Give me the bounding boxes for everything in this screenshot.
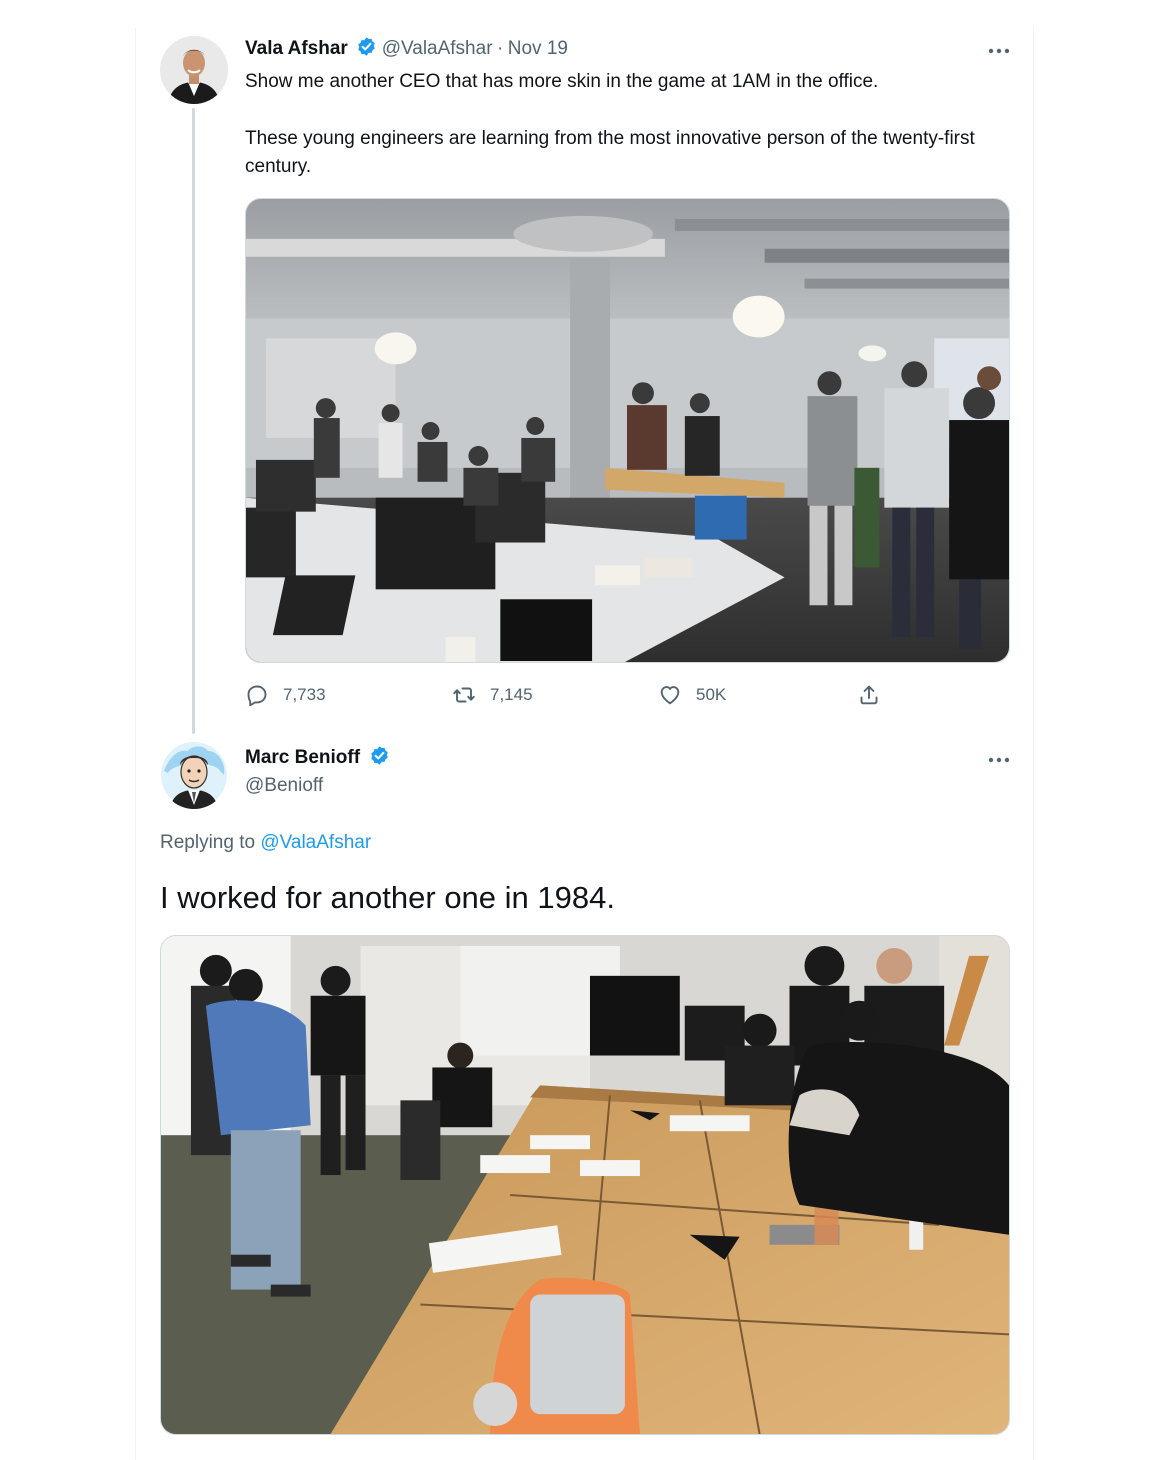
tweet1-photo-office-night[interactable] [245,198,1010,663]
reply-count: 7,733 [283,685,326,704]
like-button[interactable]: 50K [658,680,726,710]
tweet-date[interactable]: Nov 19 [508,38,568,59]
reply-button[interactable]: 7,733 [245,680,326,710]
avatar-image [160,36,228,104]
tweet-text-paragraph: Show me another CEO that has more skin i… [245,71,879,92]
author-handle[interactable]: @ValaAfshar [382,38,493,59]
reply-bubble-icon [247,685,267,707]
office-photo [246,199,1009,662]
heart-icon [660,686,680,705]
tweet1-header: Vala Afshar @ValaAfshar · Nov 19 [245,36,568,60]
avatar-cartoon-image [160,741,228,809]
tweet2-text: I worked for another one in 1984. [160,880,615,915]
replying-to-line: Replying to @ValaAfshar [160,832,371,854]
tweet2-photo-conference-room[interactable] [160,935,1010,1435]
tweet1-text: Show me another CEO that has more skin i… [245,68,1005,182]
replying-prefix: Replying to [160,832,256,853]
avatar-vala-afshar[interactable] [160,36,228,104]
header-separator: · [496,38,504,59]
replying-to-link[interactable]: @ValaAfshar [260,832,371,853]
thread-connector-line [192,108,195,734]
share-button[interactable] [857,680,895,710]
conference-room-photo [161,936,1009,1434]
tweet-text-paragraph: These young engineers are learning from … [245,127,975,178]
retweet-button[interactable]: 7,145 [452,680,533,710]
retweet-icon [453,687,475,703]
verified-badge-icon [356,36,377,57]
more-dots-icon[interactable] [985,753,1013,767]
share-upload-icon [860,685,878,705]
avatar-marc-benioff[interactable] [160,741,228,809]
like-count: 50K [696,685,727,704]
author-name[interactable]: Vala Afshar [245,38,348,59]
more-dots-icon[interactable] [985,44,1013,58]
retweet-count: 7,145 [490,685,533,704]
author-handle[interactable]: @Benioff [245,775,323,797]
author-name[interactable]: Marc Benioff [245,747,360,768]
tweet1-action-bar: 7,733 7,145 50K [245,680,885,710]
tweet2-header: Marc Benioff [245,745,390,769]
verified-badge-icon [369,745,390,766]
